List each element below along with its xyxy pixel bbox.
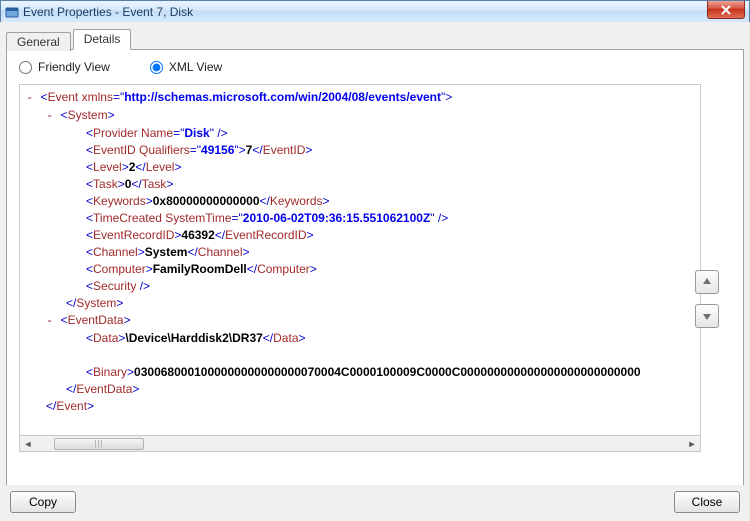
window-title: Event Properties - Event 7, Disk	[23, 5, 193, 19]
tab-general[interactable]: General	[6, 32, 71, 51]
bottom-bar: Copy Close	[0, 485, 750, 521]
previous-event-button[interactable]	[695, 270, 719, 294]
close-window-button[interactable]	[707, 1, 745, 19]
radio-friendly-view[interactable]: Friendly View	[19, 60, 110, 74]
scroll-track[interactable]	[36, 437, 684, 451]
next-event-button[interactable]	[695, 304, 719, 328]
view-mode-radios: Friendly View XML View	[19, 60, 731, 74]
collapse-toggle[interactable]: -	[46, 314, 53, 328]
copy-button[interactable]: Copy	[10, 491, 76, 513]
app-icon	[5, 5, 19, 19]
xml-viewer[interactable]: - <Event xmlns="http://schemas.microsoft…	[19, 84, 701, 436]
scroll-right-arrow[interactable]: ►	[684, 437, 700, 451]
radio-friendly-label: Friendly View	[38, 60, 110, 74]
scroll-left-arrow[interactable]: ◄	[20, 437, 36, 451]
collapse-toggle[interactable]: -	[46, 109, 53, 123]
radio-xml-view[interactable]: XML View	[150, 60, 222, 74]
tab-strip: General Details	[6, 28, 744, 50]
scroll-thumb[interactable]	[54, 438, 144, 450]
title-bar: Event Properties - Event 7, Disk	[1, 1, 749, 23]
horizontal-scrollbar[interactable]: ◄ ►	[19, 436, 701, 452]
radio-xml-label: XML View	[169, 60, 222, 74]
event-nav-buttons	[695, 270, 719, 328]
tab-details[interactable]: Details	[73, 29, 132, 50]
content-area: General Details Friendly View XML View -	[0, 22, 750, 521]
details-panel: Friendly View XML View - <Event xmlns="h…	[6, 49, 744, 493]
collapse-toggle[interactable]: -	[26, 91, 33, 105]
close-button[interactable]: Close	[674, 491, 740, 513]
